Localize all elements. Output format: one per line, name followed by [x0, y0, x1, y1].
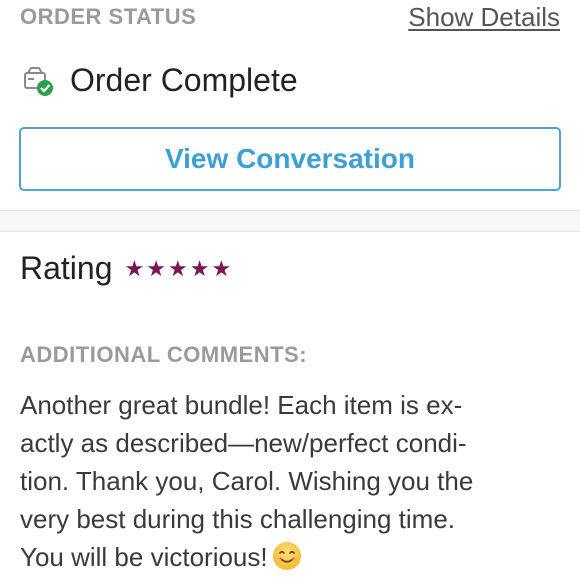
star-icon: ★: [167, 255, 188, 281]
section-divider: [0, 210, 580, 232]
rating-stars: ★ ★ ★ ★ ★: [124, 255, 232, 281]
comment-line: Another great bundle! Each item is ex-: [20, 390, 463, 420]
comment-line: You will be victorious!: [20, 542, 268, 572]
order-status-text: Order Complete: [70, 62, 298, 98]
package-check-icon: [22, 64, 56, 98]
smiling-face-emoji-icon: [272, 541, 302, 571]
additional-comments-label: ADDITIONAL COMMENTS:: [20, 342, 308, 367]
order-status-label: ORDER STATUS: [20, 4, 197, 29]
show-details-link[interactable]: Show Details: [408, 2, 560, 33]
rating-row: Rating ★ ★ ★ ★ ★: [20, 250, 231, 287]
comment-text: Another great bundle! Each item is ex- a…: [20, 386, 540, 576]
comment-line: actly as described—new/perfect condi-: [20, 428, 467, 458]
order-status-row: Order Complete: [22, 62, 298, 99]
comment-line: tion. Thank you, Carol. Wishing you the: [20, 466, 474, 496]
star-icon: ★: [124, 255, 145, 281]
rating-label: Rating: [20, 250, 113, 286]
star-icon: ★: [211, 255, 232, 281]
view-conversation-button[interactable]: View Conversation: [19, 127, 561, 191]
comment-line: very best during this challenging time.: [20, 504, 456, 534]
star-icon: ★: [146, 255, 166, 281]
star-icon: ★: [189, 255, 210, 281]
comment-line-last: You will be victorious!: [20, 538, 540, 576]
